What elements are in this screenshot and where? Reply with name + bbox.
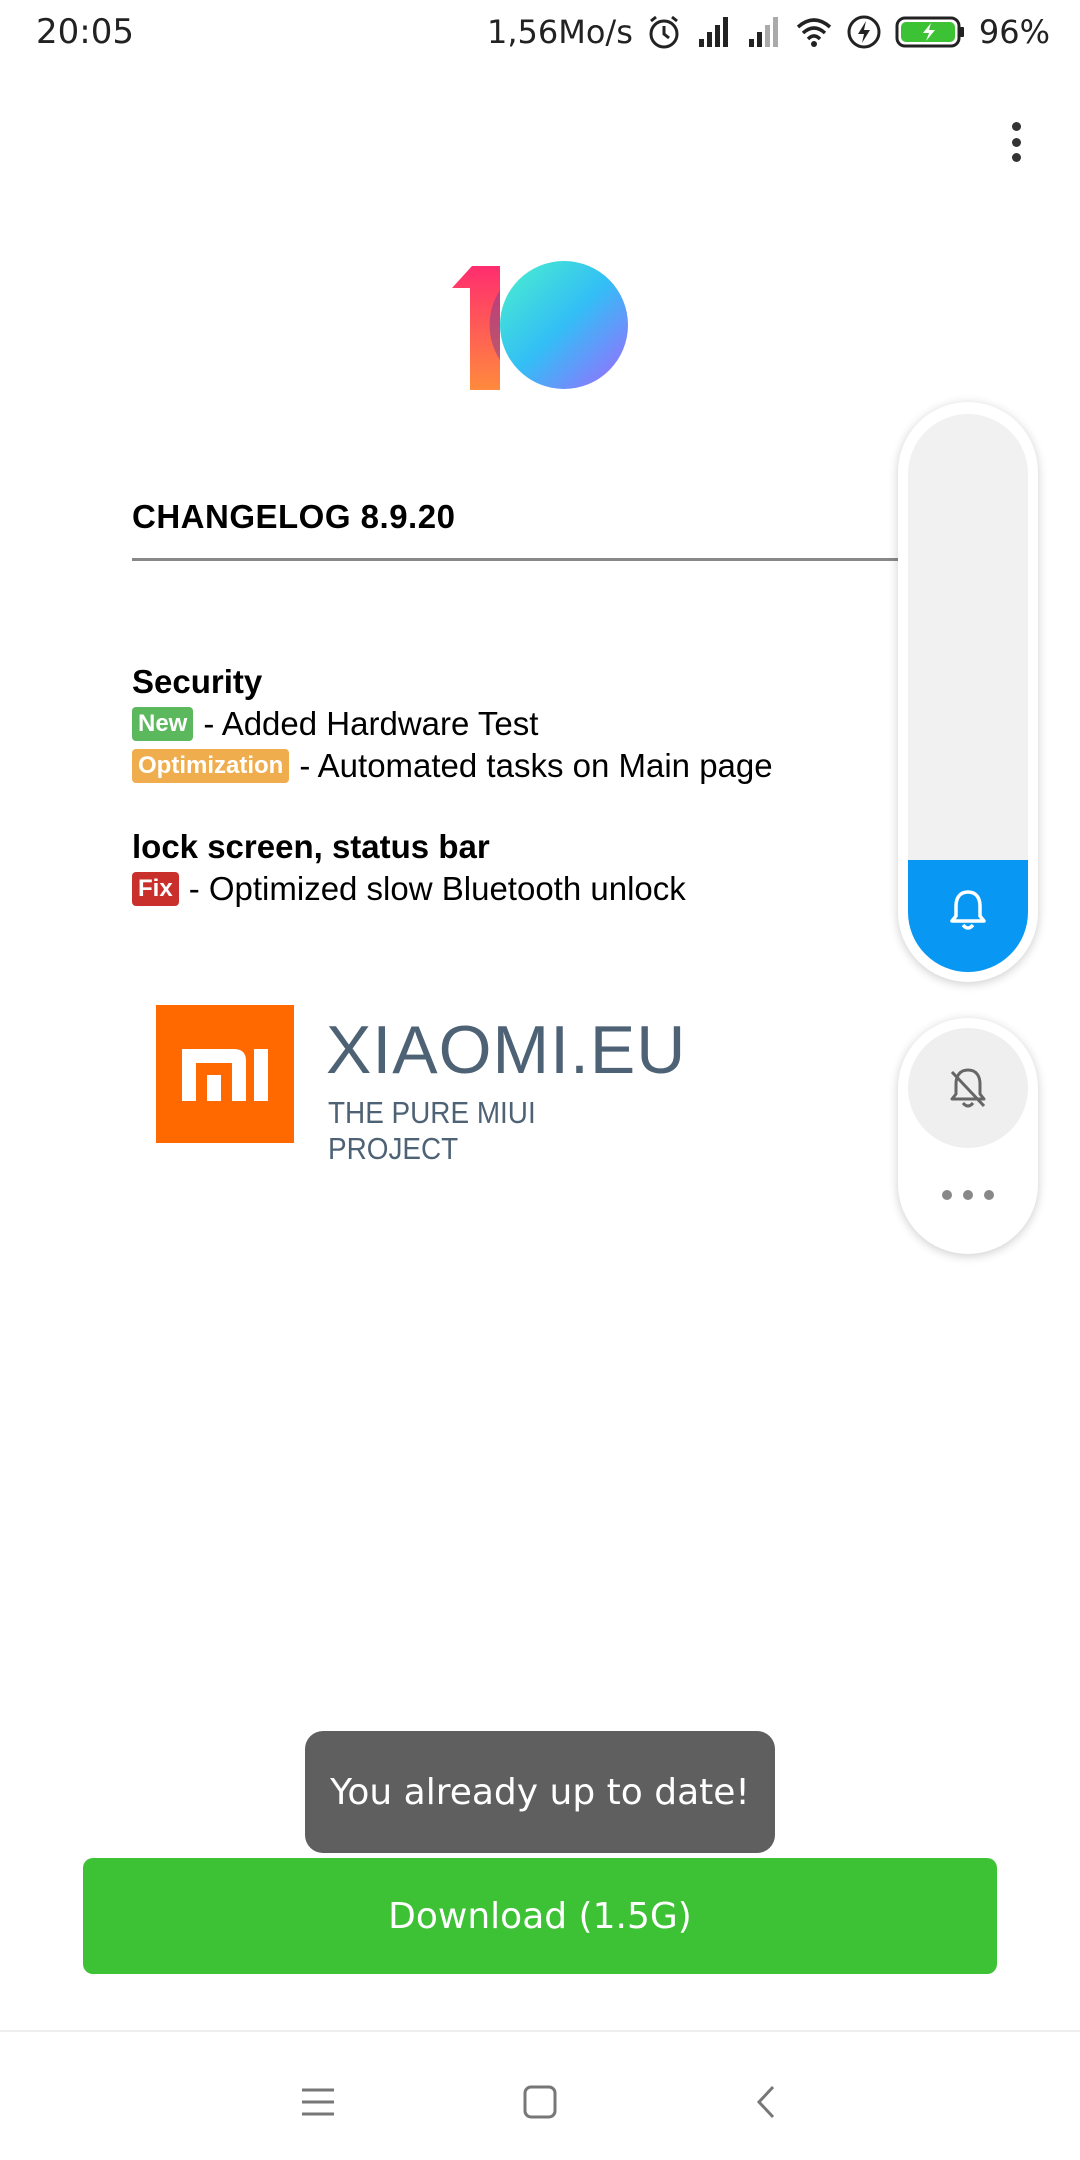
more-options-icon[interactable] [942,1190,994,1202]
mi-logo-icon [156,1005,294,1143]
ringer-panel [898,1018,1038,1254]
alarm-icon [649,15,679,49]
battery-percent: 96% [978,13,1050,51]
bell-off-icon [950,1068,986,1108]
changelog-section: lock screen, status bar Fix - Optimized … [132,826,686,910]
wifi-icon [796,18,832,47]
navigation-bar [0,2030,1080,2160]
volume-slider[interactable] [908,414,1028,972]
entry-text: - Optimized slow Bluetooth unlock [188,870,686,907]
download-button[interactable]: Download (1.5G) [83,1858,997,1974]
signal-icon [748,17,778,47]
status-time: 20:05 [36,12,134,52]
charging-icon [847,15,881,49]
divider [132,558,902,561]
home-icon[interactable] [510,2072,570,2132]
menu-icon[interactable] [288,2072,348,2132]
status-bar: 20:05 1,56Mo/s 96% [0,0,1080,64]
battery-icon [895,16,964,48]
changelog-entry: New - Added Hardware Test [132,703,773,745]
new-badge: New [132,707,194,741]
overflow-menu-icon[interactable] [998,118,1034,166]
changelog-entry: Optimization - Automated tasks on Main p… [132,745,773,787]
volume-panel [898,402,1038,982]
section-title: lock screen, status bar [132,828,490,865]
miui-10-logo [452,261,628,390]
toast-message: You already up to date! [305,1731,775,1853]
bell-icon [950,890,986,930]
changelog-title: CHANGELOG 8.9.20 [132,498,456,535]
mute-button[interactable] [908,1028,1028,1148]
changelog-section: Security New - Added Hardware Test Optim… [132,661,773,787]
brand-name: XIAOMI.EU [326,1012,687,1088]
signal-icon [698,17,728,47]
changelog-entry: Fix - Optimized slow Bluetooth unlock [132,868,686,910]
entry-text: - Added Hardware Test [203,705,539,742]
back-icon[interactable] [736,2072,796,2132]
xiaomi-eu-logo: XIAOMI.EU THE PURE MIUI PROJECT [156,1005,685,1166]
net-speed: 1,56Mo/s [486,13,633,51]
entry-text: - Automated tasks on Main page [299,747,773,784]
fix-badge: Fix [132,872,179,906]
app-screen: 20:05 1,56Mo/s 96% CHANGELOG 8.9.20 Secu… [0,0,1080,2160]
section-title: Security [132,663,263,700]
optimization-badge: Optimization [132,749,290,783]
status-indicators: 1,56Mo/s 96% [487,12,1050,52]
brand-tagline: THE PURE MIUI PROJECT [328,1095,536,1166]
